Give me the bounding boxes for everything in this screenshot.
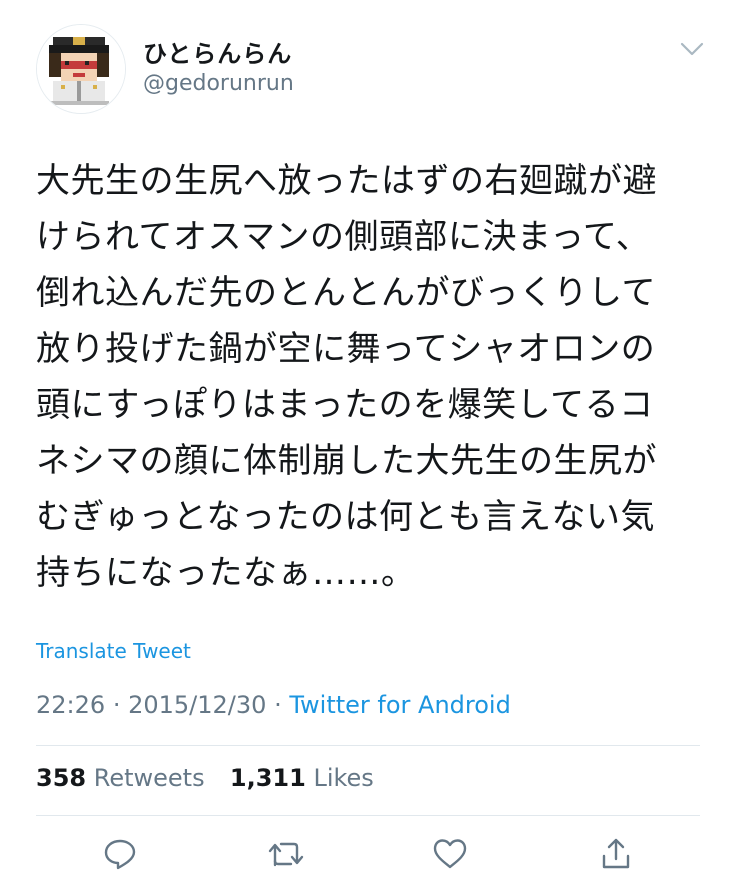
likes-stat[interactable]: 1,311 Likes: [230, 764, 374, 792]
translate-tweet-link[interactable]: Translate Tweet: [36, 639, 191, 663]
meta-separator: ·: [274, 691, 282, 719]
meta-separator: ·: [112, 691, 121, 719]
tweet-text-line: ネシマの顔に体制崩した大先生の生尻が: [36, 441, 657, 481]
likes-count: 1,311: [229, 764, 306, 792]
retweets-stat[interactable]: 358 Retweets: [36, 764, 212, 792]
user-handle[interactable]: @gedorunrun: [143, 71, 294, 96]
retweets-count: 358: [36, 764, 87, 792]
tweet-time[interactable]: 22:26: [36, 691, 105, 719]
like-button[interactable]: [430, 834, 470, 874]
pixel-avatar-image: [37, 25, 125, 113]
retweet-icon: [268, 842, 304, 867]
tweet-text-line: けられてオスマンの側頭部に決まって、: [36, 217, 651, 257]
share-icon: [602, 838, 630, 869]
tweet-text-line: 頭にすっぽりはまったのを爆笑してるコ: [36, 385, 654, 425]
avatar[interactable]: [36, 24, 126, 114]
tweet-date[interactable]: 2015/12/30: [128, 691, 266, 719]
likes-label: Likes: [313, 764, 374, 792]
tweet-text-line: 倒れ込んだ先のとんとんがびっくりして: [36, 273, 656, 313]
retweet-button[interactable]: [266, 834, 306, 874]
tweet-meta: 22:26 · 2015/12/30 · Twitter for Android: [36, 691, 511, 719]
tweet-text: 大先生の生尻へ放ったはずの右廻蹴が避 けられてオスマンの側頭部に決まって、 倒れ…: [36, 153, 708, 601]
divider: [36, 745, 700, 746]
heart-icon: [433, 839, 467, 869]
tweet-text-line: 大先生の生尻へ放ったはずの右廻蹴が避: [36, 161, 657, 201]
reply-icon: [104, 839, 136, 870]
divider: [36, 815, 700, 816]
tweet-text-line: 放り投げた鍋が空に舞ってシャオロンの: [36, 329, 656, 369]
tweet-text-line: むぎゅっとなったのは何とも言えない気: [36, 497, 655, 537]
tweet-text-line: 持ちになったなぁ……。: [36, 553, 416, 593]
tweet-source-link[interactable]: Twitter for Android: [289, 691, 510, 719]
retweets-label: Retweets: [93, 764, 205, 792]
share-button[interactable]: [596, 834, 636, 874]
chevron-down-icon[interactable]: [680, 40, 704, 58]
display-name[interactable]: ひとらんらん: [143, 34, 292, 69]
engagement-stats: 358 Retweets 1,311 Likes: [36, 764, 374, 792]
reply-button[interactable]: [100, 834, 140, 874]
